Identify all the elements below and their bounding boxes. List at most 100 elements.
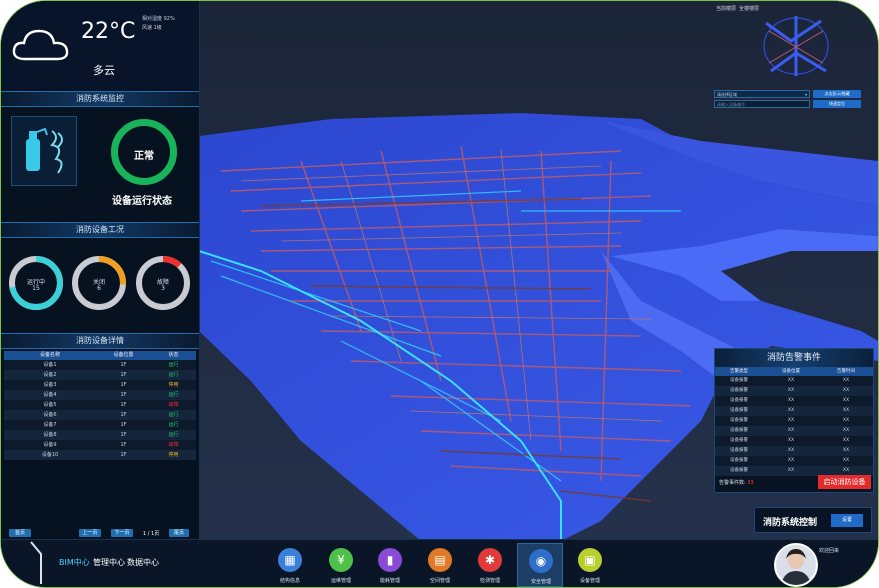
col-alarm-location: 设备位置	[782, 369, 800, 374]
cell-name: 设备4	[43, 392, 57, 398]
tool-button[interactable]: ◉ 安全管理	[517, 543, 563, 587]
cell-alarm-type: 设备报警	[730, 408, 748, 413]
cell-status: 运行	[168, 432, 179, 438]
cell-alarm-type: 设备报警	[730, 458, 748, 463]
floor-link-all[interactable]: 全楼楼层	[739, 5, 759, 12]
section-title-fire-monitor: 消防系统监控	[1, 91, 199, 107]
cell-alarm-type: 设备报警	[730, 388, 748, 393]
tool-button[interactable]: ▣ 设备管理	[567, 543, 613, 587]
fire-extinguisher-icon	[11, 116, 77, 186]
alarm-count-label: 告警事件数:	[719, 480, 746, 486]
alarm-row[interactable]: 设备报警 XX XX	[715, 456, 873, 466]
nav-bim-center[interactable]: BIM中心	[59, 557, 90, 568]
nav-management-center[interactable]: 管理中心	[93, 557, 125, 568]
device-search-input[interactable]: 请输入设备编号	[714, 100, 810, 108]
first-page-button[interactable]: 首页	[9, 529, 31, 537]
nav-data-center[interactable]: 数据中心	[127, 557, 159, 568]
cell-location: 1F	[120, 442, 127, 448]
cell-name: 设备9	[43, 442, 57, 448]
alarm-row[interactable]: 设备报警 XX XX	[715, 416, 873, 426]
user-label: 欢迎回来	[819, 548, 840, 554]
gauge-value: 3	[161, 285, 165, 292]
table-row[interactable]: 设备4 1F 运行	[4, 390, 196, 400]
cell-alarm-time: XX	[842, 458, 850, 463]
alarm-row[interactable]: 设备报警 XX XX	[715, 436, 873, 446]
cloud-icon	[12, 29, 69, 61]
tool-icon: ▤	[428, 548, 452, 572]
alarm-table-header: 告警类型 设备位置 告警时间	[715, 367, 873, 376]
prev-page-button[interactable]: 上一页	[79, 529, 101, 537]
cell-status: 运行	[168, 392, 179, 398]
floor-link-current[interactable]: 当前楼层	[716, 5, 736, 12]
table-row[interactable]: 设备6 1F 运行	[4, 410, 196, 420]
gauge-value: 6	[97, 285, 101, 292]
cell-alarm-type: 设备报警	[730, 438, 748, 443]
cell-alarm-location: XX	[787, 468, 795, 473]
tool-icon: ✱	[478, 548, 502, 572]
tool-label: 运维管理	[330, 578, 351, 584]
status-value: 正常	[134, 151, 154, 162]
cell-alarm-location: XX	[787, 398, 795, 403]
tool-label: 空间管理	[429, 578, 450, 584]
table-row[interactable]: 设备7 1F 运行	[4, 420, 196, 430]
next-page-button[interactable]: 下一页	[111, 529, 133, 537]
cell-alarm-time: XX	[842, 448, 850, 453]
cell-alarm-time: XX	[842, 438, 850, 443]
table-row[interactable]: 设备2 1F 运行	[4, 370, 196, 380]
tool-label: 能耗管理	[379, 578, 400, 584]
equipment-table-header: 设备名称 设备位置 状态	[4, 351, 196, 360]
cell-alarm-time: XX	[842, 408, 850, 413]
cell-status: 故障	[168, 402, 179, 408]
fire-control-title: 消防系统控制	[763, 518, 818, 528]
alarm-row[interactable]: 设备报警 XX XX	[715, 406, 873, 416]
table-row[interactable]: 设备10 1F 停用	[4, 450, 196, 460]
tool-icon: ▦	[278, 548, 302, 572]
alarm-row[interactable]: 设备报警 XX XX	[715, 396, 873, 406]
alarm-row[interactable]: 设备报警 XX XX	[715, 446, 873, 456]
region-select[interactable]: 请选择区域 ▾	[714, 90, 810, 98]
last-page-button[interactable]: 尾页	[169, 529, 189, 537]
equipment-table: 设备名称 设备位置 状态 设备1 1F 运行 设备2 1F 运行 设备3 1F 停用 设备4 1F 运…	[4, 351, 196, 460]
alarm-row[interactable]: 设备报警 XX XX	[715, 426, 873, 436]
cell-alarm-location: XX	[787, 438, 795, 443]
table-row[interactable]: 设备5 1F 故障	[4, 400, 196, 410]
cell-name: 设备8	[43, 432, 57, 438]
gauge-value: 15	[32, 285, 40, 292]
cell-name: 设备5	[43, 402, 57, 408]
table-row[interactable]: 设备3 1F 停用	[4, 380, 196, 390]
tool-button[interactable]: ¥ 运维管理	[318, 543, 364, 587]
alarm-row[interactable]: 设备报警 XX XX	[715, 386, 873, 396]
toggle-display-button[interactable]: 点击显示/隐藏	[813, 90, 861, 98]
cell-location: 1F	[120, 372, 127, 378]
tool-icon: ¥	[329, 548, 353, 572]
table-row[interactable]: 设备1 1F 运行	[4, 360, 196, 370]
tool-label: 安全管理	[530, 579, 551, 585]
dashboard-frame: 22°C 相对湿度 92% 风速 1级 多云 消防系统监控 正常 设备运行状态 …	[0, 0, 879, 588]
cell-alarm-location: XX	[787, 458, 795, 463]
cell-alarm-location: XX	[787, 428, 795, 433]
equipment-gauge: 运行中 15	[8, 255, 64, 311]
section-title-details: 消防设备详情	[1, 333, 199, 349]
fire-control-settings-button[interactable]: 设置	[831, 514, 863, 527]
start-fire-equipment-button[interactable]: 启动消防设备	[818, 475, 871, 489]
tool-button[interactable]: ▮ 能耗管理	[367, 543, 413, 587]
humidity: 相对湿度 92%	[142, 16, 175, 22]
status-label: 设备运行状态	[112, 196, 172, 207]
quick-locate-button[interactable]: 快速定位	[813, 100, 861, 108]
cell-status: 停用	[168, 382, 179, 388]
cell-status: 运行	[168, 412, 179, 418]
equipment-gauge: 故障 3	[135, 255, 191, 311]
tool-button[interactable]: ✱ 检测管理	[467, 543, 513, 587]
user-avatar[interactable]	[774, 543, 818, 587]
tool-button[interactable]: ▤ 空间管理	[417, 543, 463, 587]
alarm-row[interactable]: 设备报警 XX XX	[715, 376, 873, 386]
cell-location: 1F	[120, 452, 127, 458]
col-name: 设备名称	[39, 352, 60, 358]
tool-button[interactable]: ▦ 结构信息	[267, 543, 313, 587]
table-row[interactable]: 设备8 1F 运行	[4, 430, 196, 440]
table-row[interactable]: 设备9 1F 故障	[4, 440, 196, 450]
equipment-gauge: 关闭 6	[71, 255, 127, 311]
cell-location: 1F	[120, 422, 127, 428]
cell-name: 设备6	[43, 412, 57, 418]
cell-location: 1F	[120, 412, 127, 418]
